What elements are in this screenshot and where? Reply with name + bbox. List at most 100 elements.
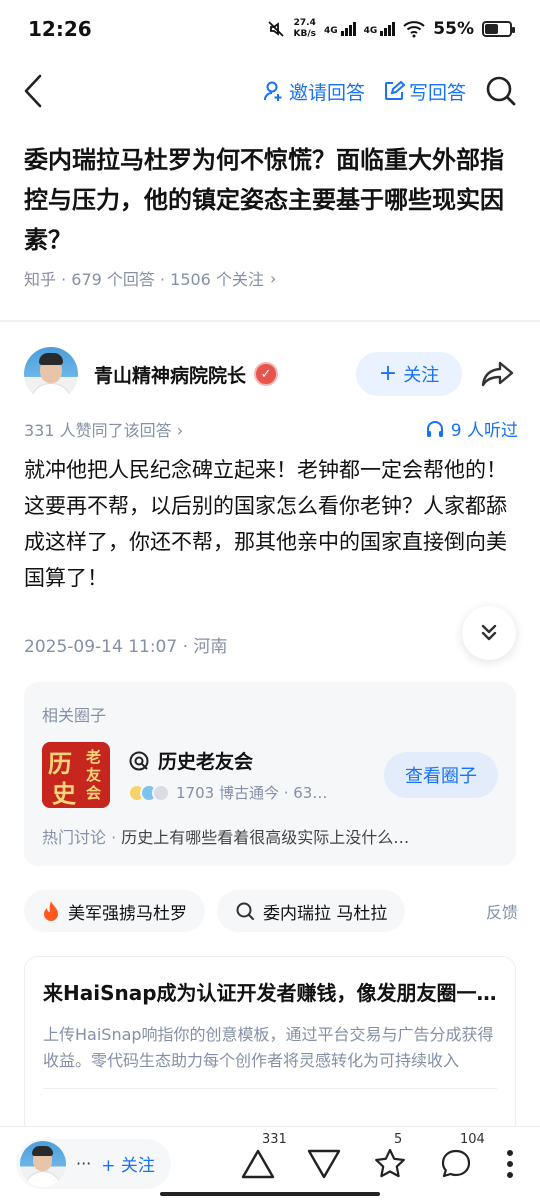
comment-count: 104 bbox=[460, 1131, 485, 1147]
related-tags: 美军强掳马杜罗 委内瑞拉 马杜拉 反馈 bbox=[24, 890, 518, 932]
agree-count-text[interactable]: 331 人赞同了该回答 › bbox=[24, 417, 183, 441]
author-row: 青山精神病院院长 ✓ + 关注 bbox=[24, 345, 518, 403]
answer-content[interactable]: 就冲他把人民纪念碑立起来！老钟都一定会帮他的！这要再不帮，以后别的国家怎么看你老… bbox=[24, 452, 518, 596]
net-speed: 27.4 KB/s bbox=[294, 18, 316, 40]
circle-icon bbox=[129, 751, 149, 770]
plus-icon: + bbox=[378, 361, 398, 386]
related-circle-card[interactable]: 相关圈子 历 史 老 友 会 历史老友会 1703 博古通今 · 63… 查看圈… bbox=[24, 682, 516, 866]
listened-text: 9 人听过 bbox=[450, 421, 518, 441]
section-divider bbox=[0, 320, 540, 322]
upvote-button[interactable]: 331 bbox=[236, 1132, 287, 1186]
share-icon bbox=[481, 361, 514, 387]
battery-icon bbox=[482, 21, 515, 37]
search-button[interactable] bbox=[484, 74, 518, 108]
member-avatars bbox=[128, 783, 170, 802]
flame-icon bbox=[44, 901, 58, 921]
search-icon bbox=[236, 902, 254, 920]
status-bar: 12:26 27.4 KB/s 4G 4G 55% bbox=[0, 0, 540, 58]
circle-name: 历史老友会 bbox=[158, 751, 254, 773]
avatar[interactable] bbox=[24, 347, 78, 401]
favorite-count: 5 bbox=[394, 1131, 403, 1147]
bottom-author[interactable]: ··· + 关注 bbox=[16, 1138, 171, 1189]
circle-name-row: 历史老友会 bbox=[128, 747, 384, 774]
collapse-button[interactable] bbox=[462, 606, 516, 660]
follow-label: 关注 bbox=[403, 365, 440, 386]
more-vertical-icon bbox=[507, 1149, 513, 1178]
edit-icon bbox=[384, 80, 405, 100]
back-button[interactable] bbox=[22, 71, 52, 111]
follow-button[interactable]: + 关注 bbox=[356, 352, 462, 396]
view-circle-button[interactable]: 查看圈子 bbox=[384, 752, 498, 798]
downvote-icon bbox=[307, 1149, 341, 1178]
question-title[interactable]: 委内瑞拉马杜罗为何不惊慌？面临重大外部指控与压力，他的镇定姿态主要基于哪些现实因… bbox=[24, 140, 516, 260]
agree-text: 331 人赞同了该回答 bbox=[24, 420, 172, 440]
write-answer-label: 写回答 bbox=[408, 81, 466, 104]
mute-icon bbox=[267, 21, 284, 37]
invite-user-icon bbox=[263, 81, 282, 101]
tag-search-label: 委内瑞拉 马杜拉 bbox=[263, 903, 388, 924]
write-answer-button[interactable]: 写回答 bbox=[383, 78, 466, 105]
signal-icon-2: 4G bbox=[364, 22, 396, 36]
author-name[interactable]: 青山精神病院院长 bbox=[94, 361, 246, 388]
question-header: 委内瑞拉马杜罗为何不惊慌？面临重大外部指控与压力，他的镇定姿态主要基于哪些现实因… bbox=[24, 140, 516, 290]
feedback-link[interactable]: 反馈 bbox=[486, 899, 518, 923]
circle-info: 历史老友会 1703 博古通今 · 63… bbox=[128, 747, 384, 803]
circle-members: 1703 博古通今 · 63… bbox=[128, 782, 384, 803]
chevron-right-icon: › bbox=[176, 420, 184, 440]
network-type-2: 4G bbox=[363, 26, 378, 36]
bottom-action-bar: ··· + 关注 331 5 104 bbox=[0, 1126, 540, 1200]
hot-discussion-label: 热门讨论 · bbox=[42, 828, 122, 847]
bottom-follow-button[interactable]: + 关注 bbox=[101, 1151, 155, 1176]
related-circle-heading: 相关圈子 bbox=[42, 706, 107, 725]
upvote-count: 331 bbox=[262, 1131, 287, 1147]
star-icon bbox=[375, 1148, 405, 1177]
back-arrow-icon bbox=[24, 74, 42, 108]
double-chevron-down-icon bbox=[481, 624, 497, 641]
ad-divider bbox=[43, 1088, 497, 1089]
share-button[interactable] bbox=[478, 354, 518, 394]
ad-description: 上传HaiSnap响指你的创意模板，通过平台交易与广告分成获得收益。零代码生态助… bbox=[43, 1025, 494, 1070]
battery-percent: 55% bbox=[433, 19, 474, 39]
avatar[interactable] bbox=[20, 1140, 66, 1187]
answer-stats: 331 人赞同了该回答 › 9 人听过 bbox=[24, 416, 518, 442]
net-speed-value: 27.4 bbox=[293, 18, 316, 28]
circle-members-text: 1703 博古通今 · 63… bbox=[176, 784, 328, 802]
logo-char-2: 史 bbox=[52, 779, 76, 808]
signal-icon: 4G bbox=[324, 22, 356, 36]
status-indicators: 27.4 KB/s 4G 4G 55% bbox=[266, 18, 515, 40]
downvote-button[interactable] bbox=[302, 1142, 346, 1186]
favorite-button[interactable]: 5 bbox=[368, 1132, 412, 1186]
status-time: 12:26 bbox=[28, 17, 92, 41]
home-indicator bbox=[160, 1192, 380, 1196]
comment-button[interactable]: 104 bbox=[434, 1132, 485, 1186]
bottom-actions: 331 5 104 bbox=[236, 1132, 524, 1186]
invite-answer-label: 邀请回答 bbox=[288, 81, 365, 104]
ad-card[interactable]: 来HaiSnap成为认证开发者赚钱，像发朋友圈一样简单 上传HaiSnap响指你… bbox=[24, 956, 516, 1136]
more-button[interactable] bbox=[500, 1142, 520, 1186]
battery-level bbox=[485, 24, 498, 34]
question-meta-text: 知乎 · 679 个回答 · 1506 个关注 bbox=[24, 270, 264, 289]
tag-hot-topic-label: 美军强掳马杜罗 bbox=[68, 903, 187, 924]
listened-count[interactable]: 9 人听过 bbox=[425, 416, 518, 441]
headphones-icon bbox=[426, 420, 443, 437]
circle-logo: 历 史 老 友 会 bbox=[42, 742, 110, 808]
tag-search[interactable]: 委内瑞拉 马杜拉 bbox=[217, 890, 406, 932]
hot-discussion-text: 历史上有哪些看着很高级实际上没什么… bbox=[121, 828, 410, 847]
question-meta[interactable]: 知乎 · 679 个回答 · 1506 个关注 › bbox=[24, 266, 516, 290]
comment-icon bbox=[441, 1149, 471, 1177]
invite-answer-button[interactable]: 邀请回答 bbox=[263, 78, 365, 105]
circle-hot-discussion[interactable]: 热门讨论 · 历史上有哪些看着很高级实际上没什么… bbox=[42, 824, 498, 848]
tag-hot-topic[interactable]: 美军强掳马杜罗 bbox=[24, 890, 205, 932]
more-dots: ··· bbox=[76, 1154, 92, 1173]
chevron-right-icon: › bbox=[269, 268, 277, 288]
nav-actions: 邀请回答 写回答 bbox=[263, 74, 518, 108]
network-type-1: 4G bbox=[323, 26, 338, 36]
top-nav: 邀请回答 写回答 bbox=[0, 62, 540, 120]
upvote-icon bbox=[241, 1149, 275, 1178]
verified-badge-icon: ✓ bbox=[254, 362, 279, 386]
ad-title: 来HaiSnap成为认证开发者赚钱，像发朋友圈一样简单 bbox=[43, 981, 497, 1005]
search-icon bbox=[486, 76, 516, 106]
wifi-icon bbox=[403, 21, 425, 38]
net-speed-unit: KB/s bbox=[293, 29, 316, 39]
answer-timestamp: 2025-09-14 11:07 · 河南 bbox=[24, 637, 228, 657]
